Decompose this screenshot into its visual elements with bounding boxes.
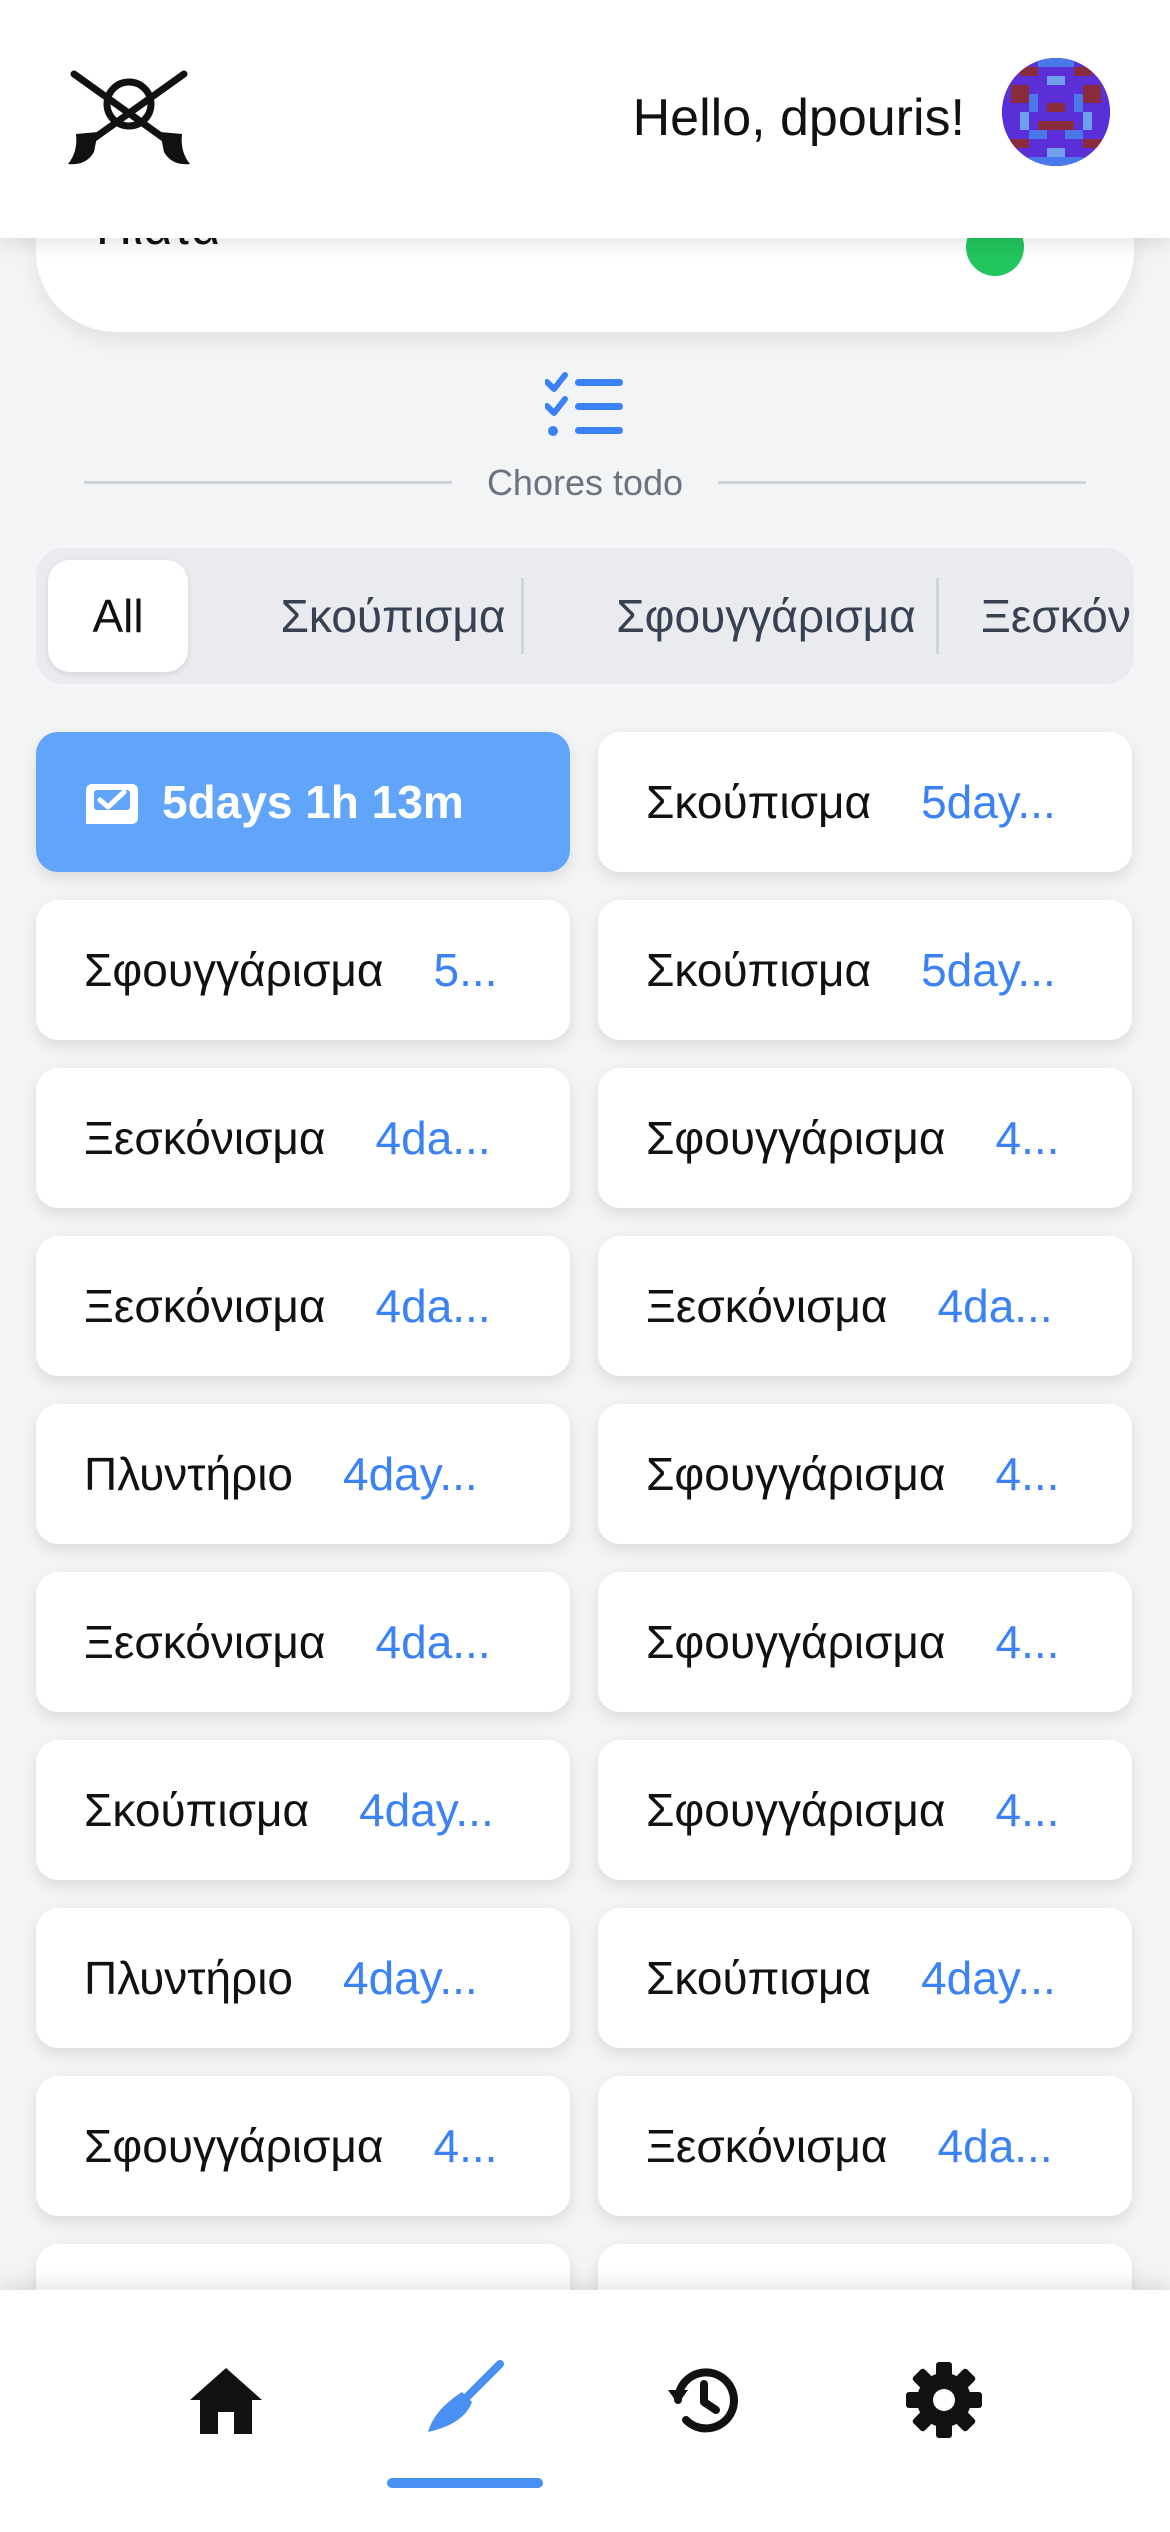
chore-time: 4... xyxy=(995,1616,1060,1668)
chore-filter-tabs: All Σκούπισμα Σφουγγάρισμα Ξεσκόν xyxy=(36,548,1134,684)
chore-name: Πλυντήριο xyxy=(84,1952,293,2004)
chore-name: Σκούπισμα xyxy=(84,1784,310,1836)
pixel-avatar-icon xyxy=(1002,58,1110,166)
chore-name: Σφουγγάρισμα xyxy=(646,1616,946,1668)
chore-time: 4... xyxy=(995,1784,1060,1836)
tab-separator xyxy=(521,578,524,654)
chore-time: 4day... xyxy=(343,1952,478,2004)
chore-name: Σφουγγάρισμα xyxy=(646,1784,946,1836)
chore-card[interactable]: Σκούπισμα 5day... xyxy=(598,900,1132,1040)
chore-time: 4da... xyxy=(375,1616,491,1668)
tab-skoupisma[interactable]: Σκούπισμα xyxy=(226,560,560,672)
tab-xeskonisma[interactable]: Ξεσκόν xyxy=(981,560,1134,672)
user-avatar[interactable] xyxy=(1002,58,1110,166)
tab-all[interactable]: All xyxy=(48,560,188,672)
chore-card-highlighted[interactable]: 5days 1h 13m xyxy=(36,732,570,872)
chore-card[interactable]: Ξεσκόνισμα 4da... xyxy=(36,1572,570,1712)
chore-time: 5day... xyxy=(921,776,1056,828)
chore-time: 4da... xyxy=(375,1112,491,1164)
inbox-check-icon xyxy=(86,784,138,824)
chore-name: Ξεσκόνισμα xyxy=(84,1112,326,1164)
chore-time: 5days 1h 13m xyxy=(162,776,464,828)
chore-card[interactable]: Ξεσκόνισμα 4da... xyxy=(598,2076,1132,2216)
chore-card[interactable]: Σκούπισμα 4day... xyxy=(598,1908,1132,2048)
app-header: Hello, dpouris! xyxy=(0,0,1170,238)
bottom-nav xyxy=(0,2290,1170,2532)
tab-separator xyxy=(936,578,939,654)
chore-time: 4... xyxy=(433,2120,498,2172)
chore-time: 4da... xyxy=(937,1280,1053,1332)
chore-card[interactable]: Ξεσκόνισμα 4da... xyxy=(36,1236,570,1376)
chore-card[interactable]: Σκούπισμα 5day... xyxy=(598,732,1132,872)
chore-card[interactable]: Σφουγγάρισμα 4... xyxy=(598,1404,1132,1544)
chore-name: Σκούπισμα xyxy=(646,944,872,996)
section-divider-left xyxy=(84,481,452,484)
chore-time: 4... xyxy=(995,1448,1060,1500)
home-icon[interactable] xyxy=(186,2360,266,2440)
chore-card[interactable]: Πλυντήριο 4day... xyxy=(36,1404,570,1544)
chore-time: 4day... xyxy=(921,1952,1056,2004)
gear-icon[interactable] xyxy=(904,2360,984,2440)
chore-time: 5day... xyxy=(921,944,1056,996)
chore-time: 5... xyxy=(433,944,498,996)
chore-name: Ξεσκόνισμα xyxy=(646,1280,888,1332)
chore-name: Σφουγγάρισμα xyxy=(84,944,384,996)
chore-time: 4day... xyxy=(359,1784,494,1836)
chore-card[interactable]: Πλυντήριο 4day... xyxy=(36,1908,570,2048)
chore-time: 4day... xyxy=(343,1448,478,1500)
chore-name: Σφουγγάρισμα xyxy=(84,2120,384,2172)
checklist-icon xyxy=(545,372,623,436)
section-divider-right xyxy=(718,481,1086,484)
chore-name: Σφουγγάρισμα xyxy=(646,1112,946,1164)
chore-card[interactable]: Σφουγγάρισμα 4... xyxy=(598,1740,1132,1880)
chore-name: Ξεσκόνισμα xyxy=(84,1280,326,1332)
chore-card[interactable]: Ξεσκόνισμα 4da... xyxy=(36,1068,570,1208)
chore-card[interactable]: Σκούπισμα 4day... xyxy=(36,1740,570,1880)
chore-time: 4da... xyxy=(937,2120,1053,2172)
chore-name: Ξεσκόνισμα xyxy=(84,1616,326,1668)
broom-icon[interactable] xyxy=(424,2360,504,2440)
chore-time: 4da... xyxy=(375,1280,491,1332)
chore-name: Ξεσκόνισμα xyxy=(646,2120,888,2172)
history-icon[interactable] xyxy=(664,2360,744,2440)
tab-sfoungarisma[interactable]: Σφουγγάρισμα xyxy=(556,560,976,672)
chore-name: Πλυντήριο xyxy=(84,1448,293,1500)
section-title: Chores todo xyxy=(486,462,684,503)
chore-card[interactable]: Σφουγγάρισμα 4... xyxy=(36,2076,570,2216)
crossed-brooms-logo-icon xyxy=(68,70,190,165)
chore-card[interactable]: Σφουγγάρισμα 4... xyxy=(598,1572,1132,1712)
chore-name: Σκούπισμα xyxy=(646,1952,872,2004)
app-root: Πιάτα Hello, dpouris! xyxy=(0,0,1170,2532)
chore-name: Σκούπισμα xyxy=(646,776,872,828)
chore-name: Σφουγγάρισμα xyxy=(646,1448,946,1500)
chore-card[interactable]: Ξεσκόνισμα 4da... xyxy=(598,1236,1132,1376)
chore-card[interactable]: Σφουγγάρισμα 5... xyxy=(36,900,570,1040)
chore-time: 4... xyxy=(995,1112,1060,1164)
chore-card[interactable]: Σφουγγάρισμα 4... xyxy=(598,1068,1132,1208)
active-tab-indicator xyxy=(387,2478,543,2488)
greeting-text: Hello, dpouris! xyxy=(632,89,965,147)
